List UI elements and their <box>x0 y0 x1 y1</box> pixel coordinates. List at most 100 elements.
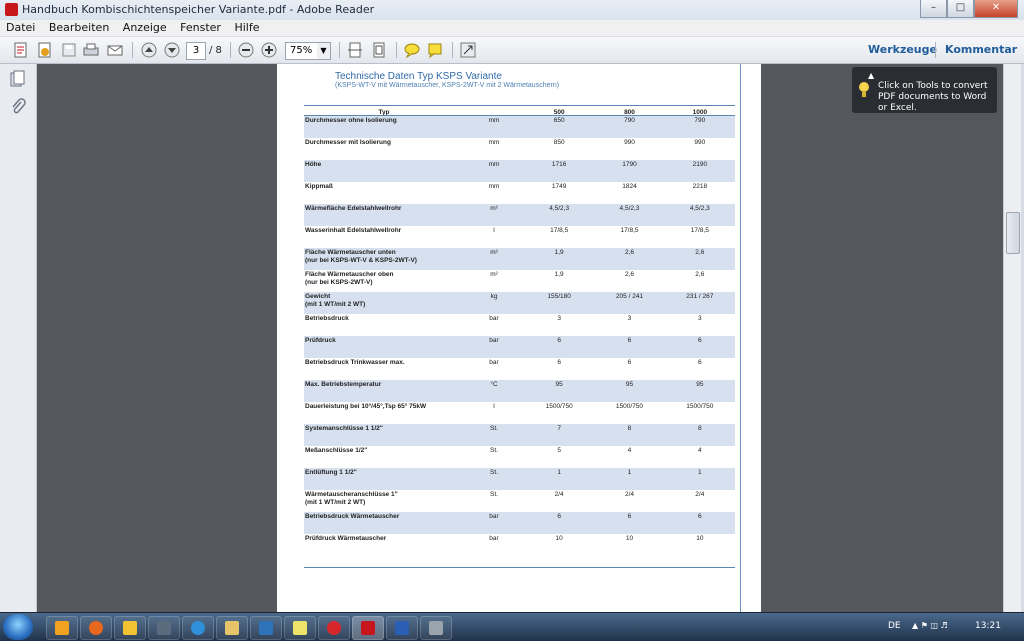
clock[interactable]: 13:21 <box>975 621 1001 631</box>
row-value-1000: 990 <box>694 139 706 146</box>
row-unit: kg <box>464 292 524 314</box>
row-name: Fläche Wärmetauscher unten (nur bei KSPS… <box>304 248 464 270</box>
row-value-800: 1 <box>594 468 665 490</box>
vertical-scrollbar[interactable] <box>1003 64 1021 612</box>
taskbar-adobe-reader-icon[interactable] <box>352 616 384 640</box>
toolbar-separator <box>935 42 936 58</box>
language-indicator[interactable]: DE <box>888 621 901 631</box>
row-value-1000: 8 <box>664 424 735 446</box>
table-top-rule <box>304 105 735 106</box>
table-row: Kippmaß mm 1749 1824 2218 <box>304 182 735 204</box>
row-unit: bar <box>464 336 524 358</box>
scrollbar-thumb[interactable] <box>1006 212 1020 254</box>
close-button[interactable]: ✕ <box>974 0 1018 18</box>
page-up-icon[interactable] <box>140 41 158 59</box>
save-icon[interactable] <box>60 41 78 59</box>
row-value-1000: 6 <box>698 359 702 366</box>
page-thumbnails-icon[interactable] <box>10 70 26 88</box>
table-row: Betriebsdruck bar 3 3 3 <box>304 314 735 336</box>
row-unit: mm <box>488 183 500 190</box>
row-value-800: 10 <box>625 535 634 542</box>
attachments-paperclip-icon[interactable] <box>10 98 26 116</box>
table-row: Gewicht (mit 1 WT/mit 2 WT) kg 155/180 205 … <box>304 292 735 314</box>
taskbar-app-icon[interactable] <box>284 616 316 640</box>
open-icon[interactable] <box>36 41 54 59</box>
comment-button[interactable]: Kommentar <box>945 43 1017 56</box>
taskbar-opera-icon[interactable] <box>318 616 350 640</box>
menu-datei[interactable]: Datei <box>0 20 39 34</box>
page-down-icon[interactable] <box>163 41 181 59</box>
table-header-rule <box>304 115 735 116</box>
row-value-500: 1749 <box>551 183 567 190</box>
create-pdf-icon[interactable] <box>12 41 30 59</box>
row-value-1000: 790 <box>664 116 735 138</box>
row-name: Meßanschlüsse 1/2" <box>305 447 368 454</box>
row-value-800: 6 <box>594 512 665 534</box>
menu-anzeige[interactable]: Anzeige <box>117 20 171 34</box>
row-value-1000: 95 <box>664 380 735 402</box>
row-value-1000: 3 <box>698 315 702 322</box>
menu-bar: Datei Bearbeiten Anzeige Fenster Hilfe <box>0 20 1024 37</box>
row-unit: mm <box>464 160 524 182</box>
zoom-in-icon[interactable] <box>260 41 278 59</box>
fit-width-icon[interactable] <box>346 41 364 59</box>
minimize-button[interactable]: – <box>920 0 947 18</box>
row-value-800: 1824 <box>622 183 637 190</box>
row-unit: bar <box>489 315 499 322</box>
maximize-button[interactable]: □ <box>947 0 974 18</box>
menu-bearbeiten[interactable]: Bearbeiten <box>43 20 113 34</box>
row-value-1000: 4 <box>698 447 702 454</box>
table-row: Prüfdruck bar 6 6 6 <box>304 336 735 358</box>
taskbar-mediaplayer-icon[interactable] <box>46 616 78 640</box>
taskbar-word-icon[interactable] <box>386 616 418 640</box>
row-value-800: 205 / 241 <box>594 292 665 314</box>
highlight-icon[interactable] <box>426 41 444 59</box>
tools-button[interactable]: Werkzeuge <box>868 43 937 56</box>
table-row: Durchmesser mit Isolierung mm 850 990 990 <box>304 138 735 160</box>
pdf-page: Technische Daten Typ KSPS Variante (KSPS… <box>277 64 761 612</box>
row-unit: St. <box>464 468 524 490</box>
taskbar-explorer-icon[interactable] <box>216 616 248 640</box>
taskbar-app-icon[interactable] <box>114 616 146 640</box>
table-row: Max. Betriebstemperatur °C 95 95 95 <box>304 380 735 402</box>
row-value-800: 4 <box>627 447 632 454</box>
start-button[interactable] <box>3 614 33 640</box>
email-icon[interactable] <box>106 41 124 59</box>
row-unit: m² <box>464 204 524 226</box>
document-viewport[interactable]: Technische Daten Typ KSPS Variante (KSPS… <box>37 64 1003 612</box>
taskbar-app-icon[interactable] <box>420 616 452 640</box>
menu-hilfe[interactable]: Hilfe <box>228 20 263 34</box>
row-value-500: 1,9 <box>524 248 595 270</box>
row-unit: bar <box>464 512 524 534</box>
print-icon[interactable] <box>82 41 100 59</box>
table-row: Systemanschlüsse 1 1/2" St. 7 8 8 <box>304 424 735 446</box>
table-row: Betriebsdruck Wärmetauscher bar 6 6 6 <box>304 512 735 534</box>
row-value-500: 1,9 <box>554 271 564 278</box>
tray-icons[interactable]: ▲ ⚑ ◫ ♬ <box>912 621 948 630</box>
taskbar-app-icon[interactable] <box>148 616 180 640</box>
row-value-1000: 2190 <box>664 160 735 182</box>
taskbar-ie-icon[interactable] <box>182 616 214 640</box>
row-unit: m² <box>490 271 498 278</box>
table-row: Wasserinhalt Edelstahlwellrohr l 17/8,5 17/… <box>304 226 735 248</box>
zoom-out-icon[interactable] <box>237 41 255 59</box>
row-value-800: 6 <box>627 359 632 366</box>
menu-fenster[interactable]: Fenster <box>174 20 225 34</box>
comment-bubble-icon[interactable] <box>403 41 421 59</box>
taskbar-firefox-icon[interactable] <box>80 616 112 640</box>
row-value-500: 1716 <box>524 160 595 182</box>
taskbar-app-icon[interactable] <box>250 616 282 640</box>
row-value-500: 6 <box>557 359 561 366</box>
page-number-input[interactable]: 3 <box>186 42 206 60</box>
row-value-800: 790 <box>594 116 665 138</box>
row-value-500: 95 <box>524 380 595 402</box>
row-name: Durchmesser mit Isolierung <box>305 139 391 146</box>
fullscreen-icon[interactable] <box>459 41 477 59</box>
row-name: Kippmaß <box>305 183 333 190</box>
page-total: / 8 <box>209 45 222 56</box>
zoom-dropdown-icon[interactable]: ▼ <box>317 42 331 60</box>
fit-page-icon[interactable] <box>370 41 388 59</box>
chevron-up-icon[interactable]: ▲ <box>868 70 874 81</box>
navigation-panel <box>0 64 37 612</box>
row-value-1000: 1 <box>664 468 735 490</box>
